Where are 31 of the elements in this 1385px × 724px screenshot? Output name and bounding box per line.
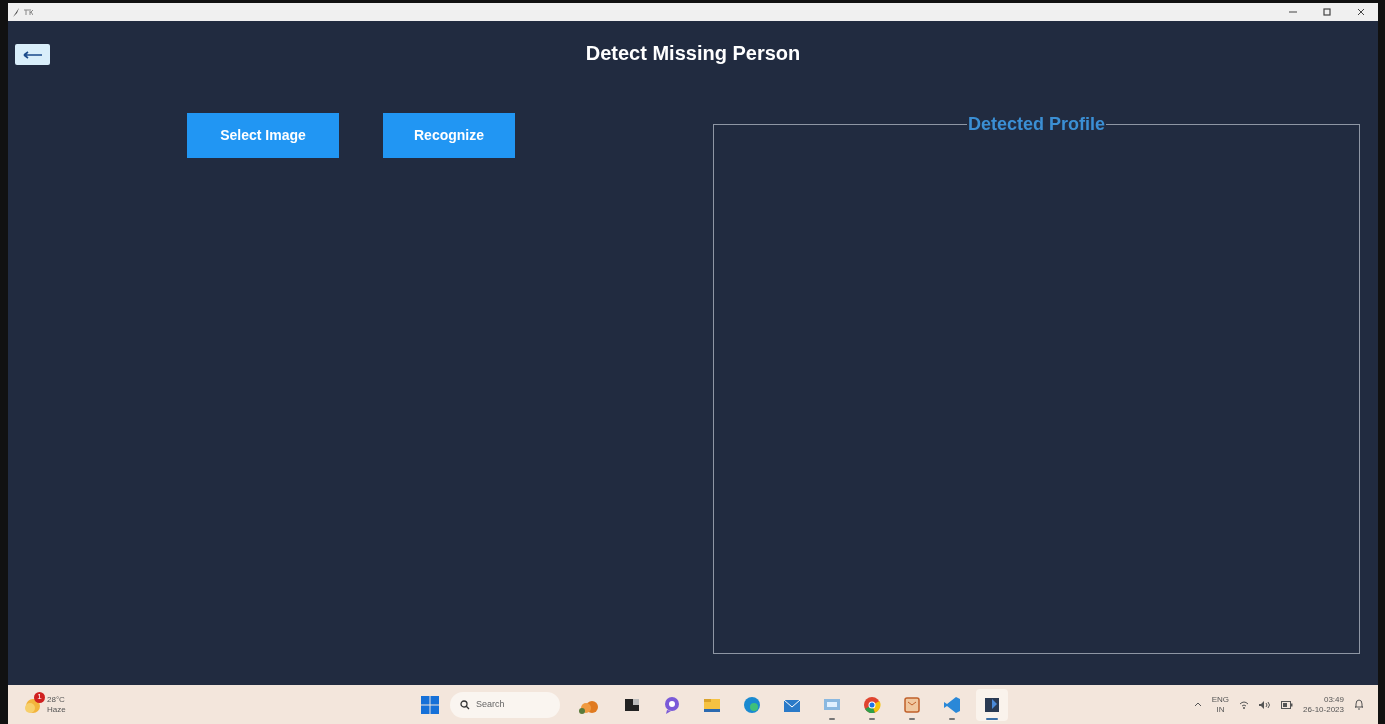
language[interactable]: ENG <box>1211 694 1230 705</box>
weather-icon <box>24 696 42 713</box>
search-icon <box>460 699 470 710</box>
square-app-icon <box>902 694 922 715</box>
close-icon[interactable] <box>1356 7 1366 17</box>
battery-icon[interactable] <box>1281 700 1294 709</box>
feather-icon <box>12 7 20 17</box>
code-editor-icon <box>942 694 962 715</box>
back-arrow-icon <box>22 50 43 59</box>
back-button[interactable] <box>15 44 50 65</box>
region[interactable]: IN <box>1216 704 1225 715</box>
browser-icon <box>742 694 762 715</box>
wifi-icon[interactable] <box>1239 700 1250 709</box>
maximize-icon[interactable] <box>1322 7 1332 17</box>
bell-icon[interactable] <box>1354 699 1364 710</box>
chat-icon <box>662 694 682 715</box>
temperature: 28°C <box>47 694 66 705</box>
tk-icon <box>24 8 33 16</box>
chrome-icon <box>862 694 882 715</box>
panel-title: Detected Profile <box>966 115 1106 133</box>
volume-icon[interactable] <box>1259 700 1272 709</box>
windows-icon <box>421 695 439 714</box>
search-field[interactable]: Search <box>450 691 560 718</box>
page-title: Detect Missing Person <box>585 41 801 65</box>
weather-condition: Haze <box>47 704 66 715</box>
taskbar-app-button[interactable] <box>976 688 1008 721</box>
chevron-up-icon <box>1193 702 1202 707</box>
clock-time[interactable]: 03:49 <box>1323 694 1344 705</box>
clock-date[interactable]: 26-10-2023 <box>1303 704 1344 715</box>
search-placeholder: Search <box>476 697 505 711</box>
notification-badge: 1 <box>34 691 45 703</box>
